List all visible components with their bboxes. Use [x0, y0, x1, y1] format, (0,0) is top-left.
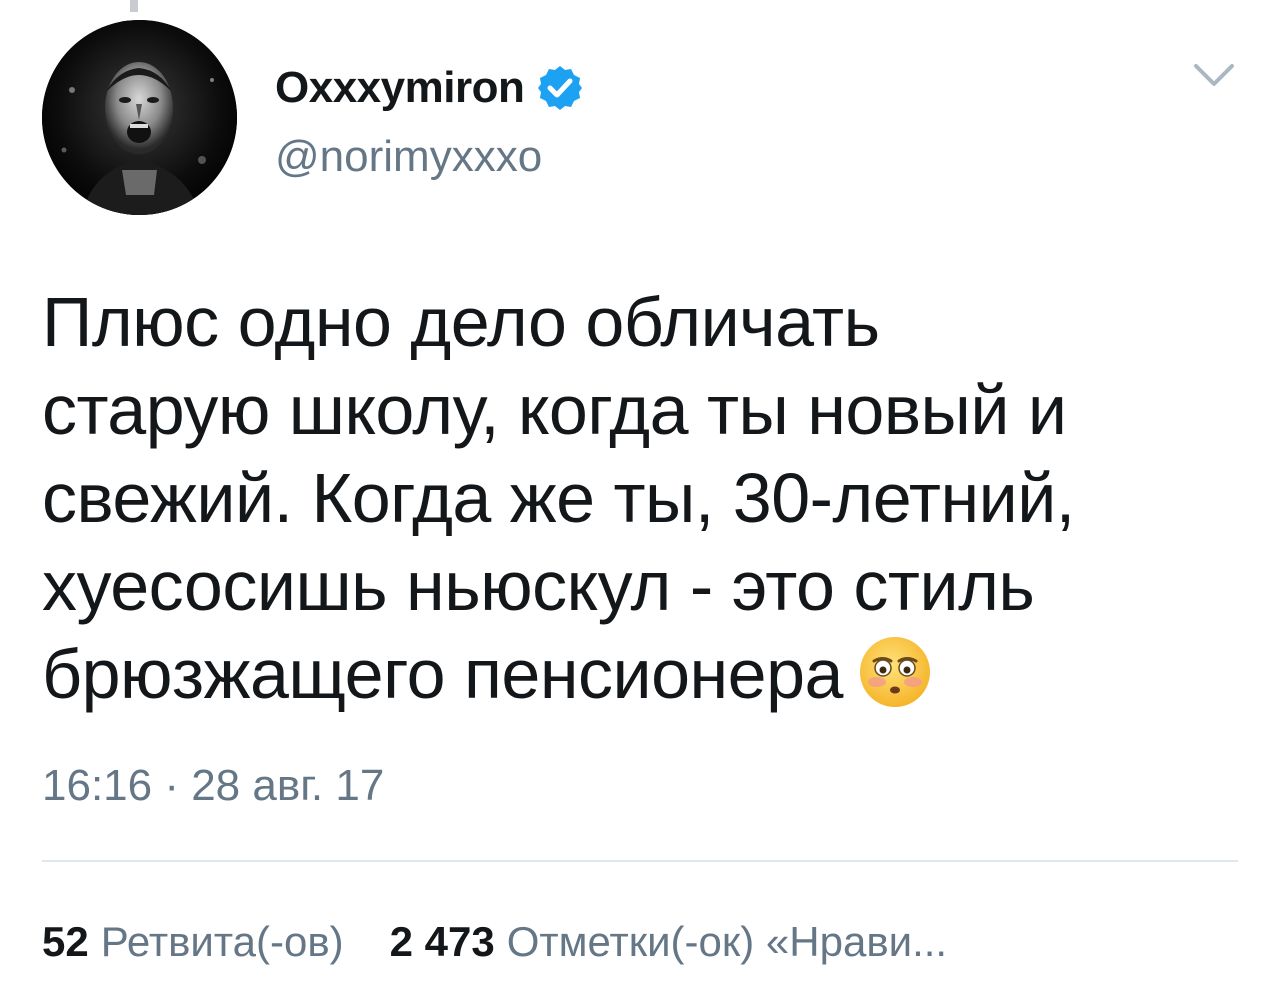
tweet-text-line: свежий. Когда же ты, 30-летний,: [42, 459, 1075, 537]
author-display-name[interactable]: Oxxxymiron: [275, 62, 525, 114]
retweets-stat[interactable]: 52 Ретвита(-ов): [42, 914, 344, 970]
likes-count: 2 473: [389, 918, 495, 965]
tweet-text-line: хуесосишь ньюскул - это стиль: [42, 547, 1035, 625]
author-handle[interactable]: @norimyxxxo: [275, 130, 542, 184]
tweet-timestamp[interactable]: 16:16 · 28 авг. 17: [42, 758, 384, 814]
flushed-face-emoji: [857, 634, 933, 710]
divider: [42, 860, 1238, 862]
chevron-down-icon[interactable]: [1190, 58, 1238, 94]
tweet-text: Плюс одно дело обличать старую школу, ко…: [42, 278, 1252, 718]
likes-stat[interactable]: 2 473 Отметки(-ок) «Нрави...: [390, 914, 947, 970]
avatar-photo: [42, 20, 237, 215]
avatar[interactable]: [42, 20, 237, 215]
previous-tweet-connector: [130, 0, 138, 12]
tweet-text-line: брюзжащего пенсионера: [42, 635, 843, 713]
retweets-count: 52: [42, 918, 89, 965]
retweets-label: Ретвита(-ов): [100, 918, 344, 965]
author-name-row: Oxxxymiron: [275, 62, 584, 114]
tweet-text-line: Плюс одно дело обличать: [42, 283, 880, 361]
tweet-text-last-line: брюзжащего пенсионера: [42, 630, 1252, 718]
tweet-text-line: старую школу, когда ты новый и: [42, 371, 1067, 449]
tweet-stats: 52 Ретвита(-ов) 2 473 Отметки(-ок) «Нрав…: [42, 914, 993, 970]
verified-badge-icon: [536, 64, 584, 112]
tweet-card: Oxxxymiron @norimyxxxo Плюс одно дело об…: [0, 0, 1280, 1007]
likes-label: Отметки(-ок) «Нрави...: [506, 918, 948, 965]
